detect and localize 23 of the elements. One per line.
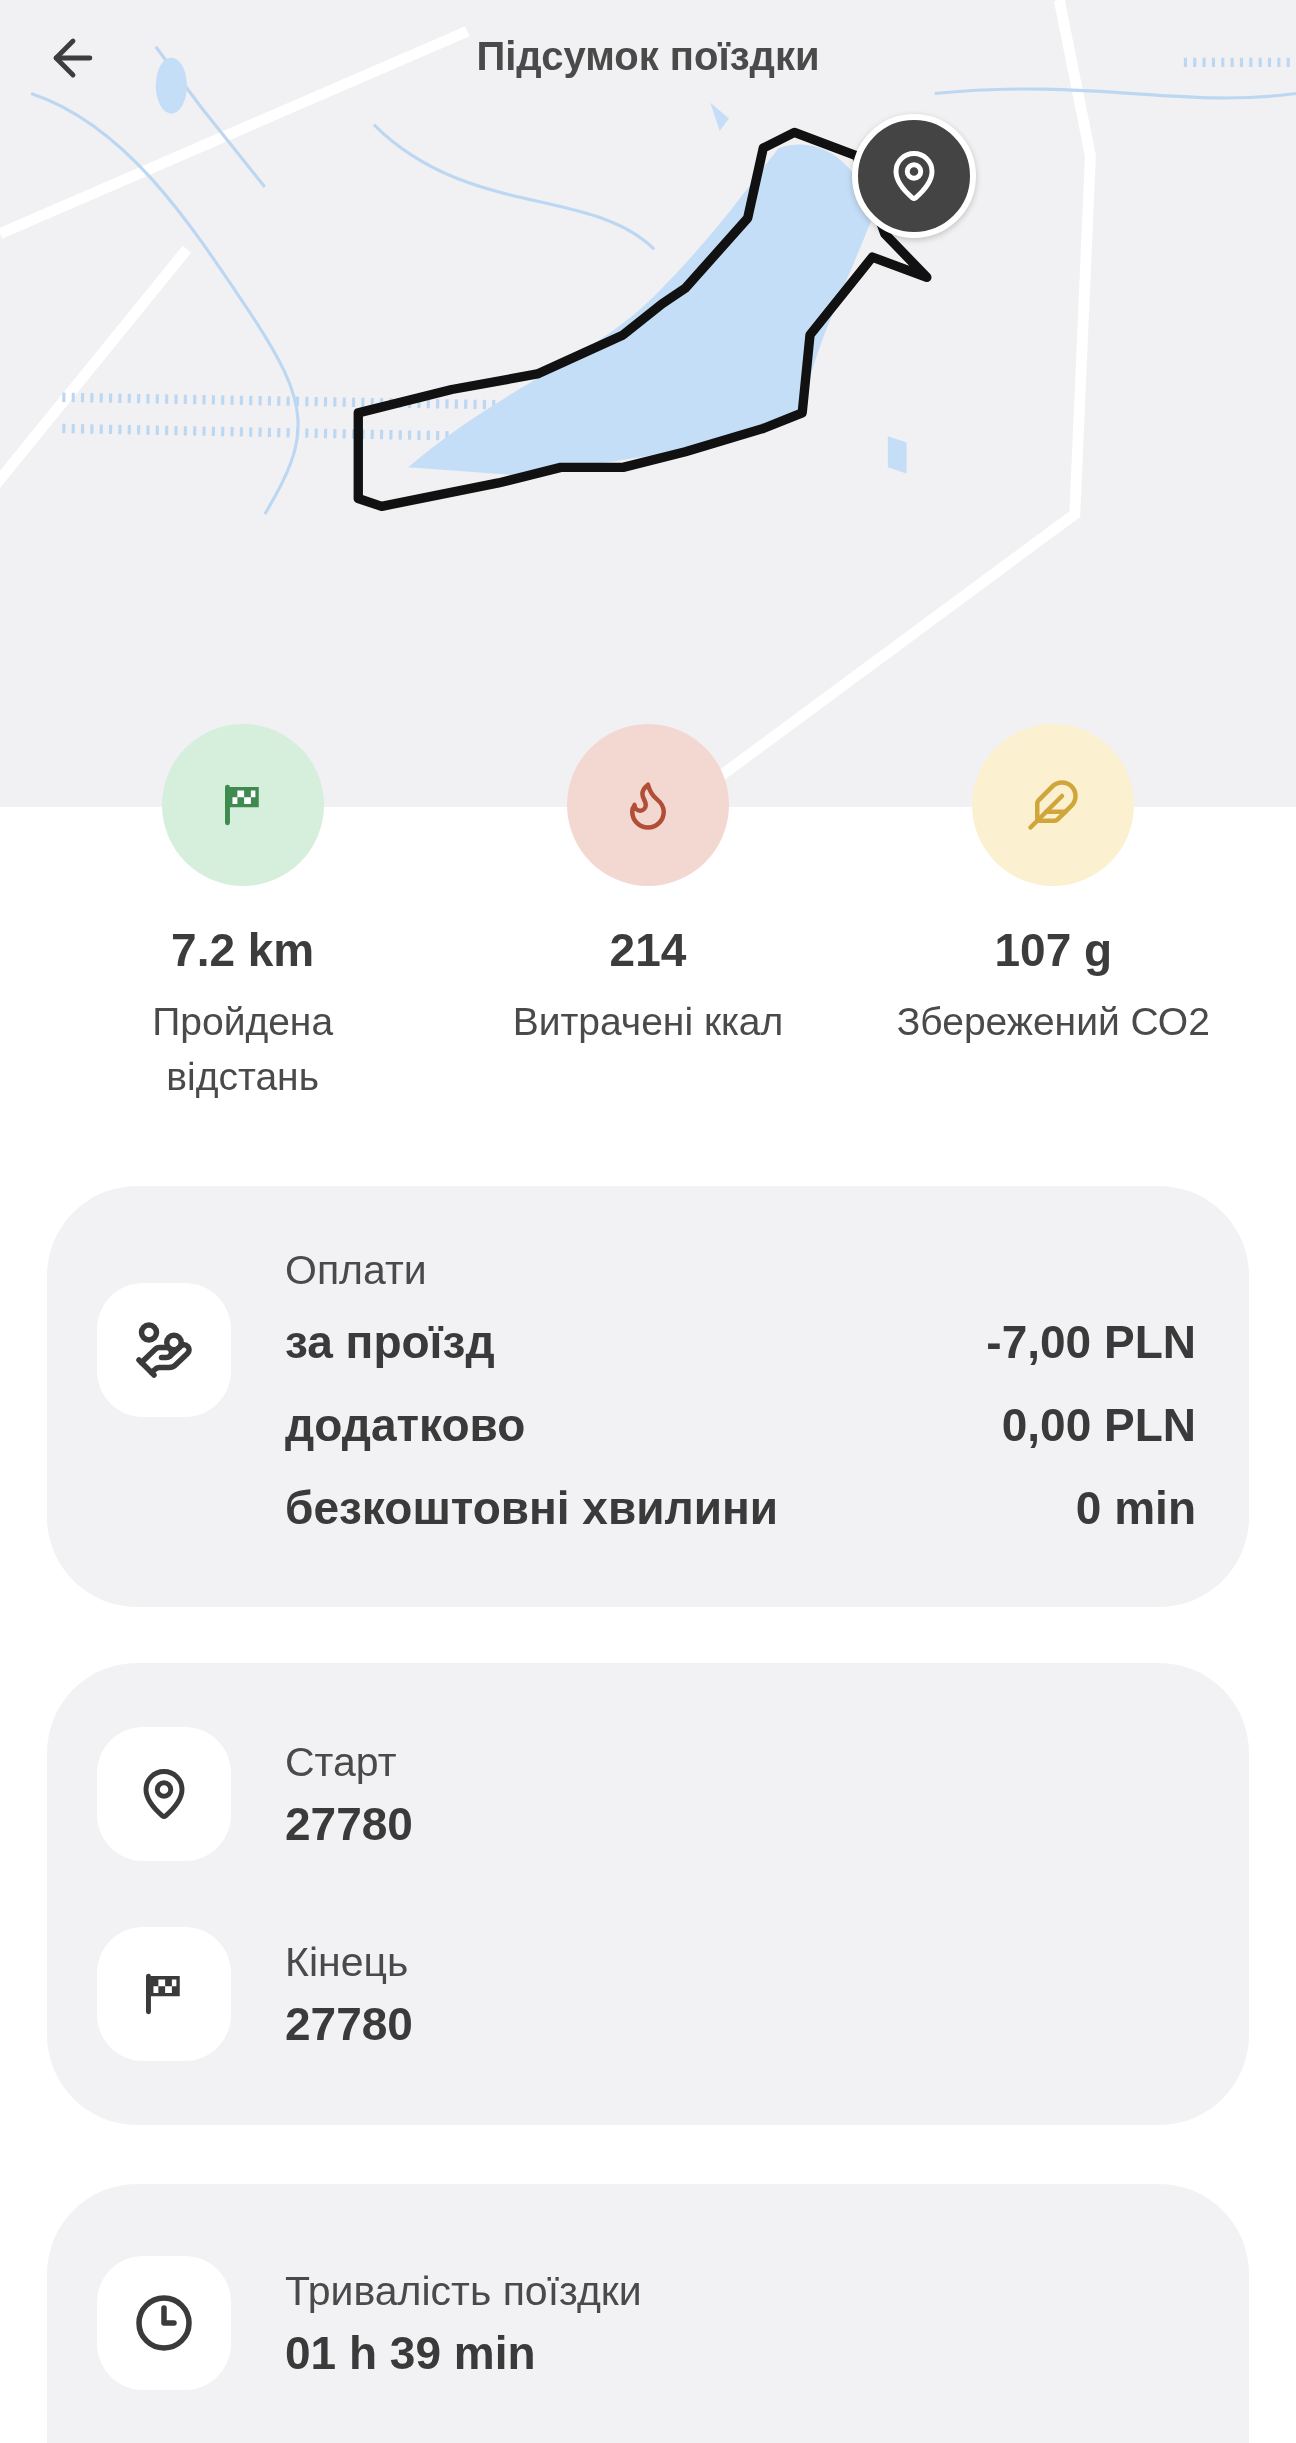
stat-value: 7.2 km (171, 923, 315, 978)
duration-value: 01 h 39 min (285, 2326, 537, 2381)
point-value: 27780 (285, 1797, 414, 1852)
payment-label: безкоштовні хвилини (285, 1480, 779, 1535)
payment-label: за проїзд (285, 1314, 495, 1369)
screen-title: Підсумок поїздки (476, 33, 820, 80)
point-label: Старт (285, 1738, 398, 1787)
point-label: Кінець (285, 1938, 410, 1987)
stat-label: Збережений СО2 (896, 999, 1210, 1045)
payment-amount: 0,00 PLN (1001, 1397, 1196, 1452)
payment-amount: -7,00 PLN (986, 1314, 1196, 1369)
payment-label: додатково (285, 1397, 526, 1452)
payments-title: Оплати (285, 1246, 428, 1295)
stat-value: 214 (609, 923, 687, 978)
payment-amount: 0 min (1075, 1480, 1196, 1535)
stat-value: 107 g (994, 923, 1113, 978)
stat-label: Пройдена відстань (152, 999, 334, 1100)
clock-icon (134, 2293, 194, 2353)
duration-label: Тривалість поїздки (285, 2267, 643, 2316)
feather-icon (1026, 778, 1081, 832)
stat-label: Витрачені ккал (512, 999, 784, 1045)
hand-coin-icon (134, 1320, 194, 1380)
point-value: 27780 (285, 1997, 414, 2052)
